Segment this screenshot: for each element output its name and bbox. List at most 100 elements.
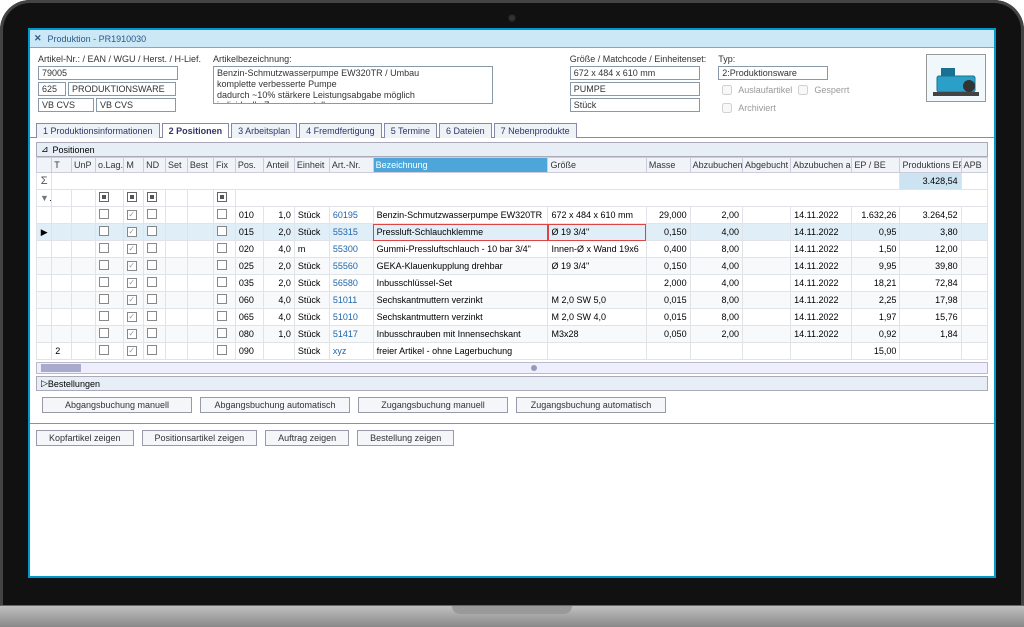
kopfartikel-button[interactable]: Kopfartikel zeigen <box>36 430 134 446</box>
col-apb[interactable]: APB <box>961 158 987 173</box>
col-abgebucht[interactable]: Abgebucht <box>743 158 791 173</box>
table-row[interactable]: ▶0152,0Stück55315Pressluft-Schlauchklemm… <box>37 224 988 241</box>
wgu-code-input[interactable] <box>38 82 66 96</box>
auslauf-check[interactable]: Auslaufartikel <box>718 82 792 98</box>
tab-dateien[interactable]: 6 Dateien <box>439 123 492 138</box>
col-groesse[interactable]: Größe <box>548 158 646 173</box>
expand-icon[interactable]: ▷ <box>41 378 48 389</box>
window-title: Produktion - PR1910030 <box>48 34 147 44</box>
tab-bar: 1 Produktionsinformationen 2 Positionen … <box>30 122 994 138</box>
col-pos[interactable]: Pos. <box>235 158 263 173</box>
laptop-base <box>0 605 1024 627</box>
herst-input[interactable] <box>38 98 94 112</box>
zugangsbuchung-manuell-button[interactable]: Zugangsbuchung manuell <box>358 397 508 413</box>
artikel-label: Artikel-Nr.: / EAN / WGU / Herst. / H-Li… <box>38 54 201 64</box>
window-title-bar: ✕ Produktion - PR1910030 <box>30 30 994 48</box>
typ-label: Typ: <box>718 54 849 64</box>
typ-input[interactable] <box>718 66 828 80</box>
abgangsbuchung-manuell-button[interactable]: Abgangsbuchung manuell <box>42 397 192 413</box>
col-anteil[interactable]: Anteil <box>264 158 295 173</box>
positionsartikel-button[interactable]: Positionsartikel zeigen <box>142 430 258 446</box>
filter-m[interactable] <box>127 192 137 202</box>
filter-fix[interactable] <box>217 192 227 202</box>
bezeichnung-label: Artikelbezeichnung: <box>213 54 493 64</box>
col-unp[interactable]: UnP <box>71 158 95 173</box>
sigma-icon: Σ <box>41 175 48 187</box>
tab-fremdfertigung[interactable]: 4 Fremdfertigung <box>299 123 382 138</box>
tab-nebenprodukte[interactable]: 7 Nebenprodukte <box>494 123 577 138</box>
positions-grid: T UnP o.Lag. M ND Set Best Fix Pos. Ante… <box>36 157 988 360</box>
artikel-nr-input[interactable] <box>38 66 178 80</box>
abgangsbuchung-auto-button[interactable]: Abgangsbuchung automatisch <box>200 397 350 413</box>
filter-row[interactable]: ▼ <box>37 190 988 207</box>
filter-nd[interactable] <box>147 192 157 202</box>
table-row[interactable]: 0604,0Stück51011Sechskantmuttern verzink… <box>37 292 988 309</box>
table-row[interactable]: 0252,0Stück55560GEKA-Klauenkupplung dreh… <box>37 258 988 275</box>
grid-header: T UnP o.Lag. M ND Set Best Fix Pos. Ante… <box>37 158 988 207</box>
groesse-label: Größe / Matchcode / Einheitenset: <box>570 54 707 64</box>
col-best[interactable]: Best <box>187 158 213 173</box>
col-m[interactable]: M <box>124 158 144 173</box>
matchcode-input[interactable] <box>570 82 700 96</box>
sum-produktions-ep: 3.428,54 <box>900 173 961 190</box>
filter-icon[interactable]: ▼ <box>40 193 52 203</box>
einheit-input[interactable] <box>570 98 700 112</box>
bezeichnung-group: Artikelbezeichnung: Benzin-Schmutzwasser… <box>213 54 493 104</box>
zugangsbuchung-auto-button[interactable]: Zugangsbuchung automatisch <box>516 397 666 413</box>
laptop-frame: ✕ Produktion - PR1910030 Artikel-Nr.: / … <box>0 0 1024 627</box>
auftrag-button[interactable]: Auftrag zeigen <box>265 430 349 446</box>
filter-olag[interactable] <box>99 192 109 202</box>
bestellungen-section[interactable]: ▷ Bestellungen <box>36 376 988 391</box>
scrollbar-marker <box>531 365 537 371</box>
bezeichnung-textarea[interactable]: Benzin-Schmutzwasserpumpe EW320TR / Umba… <box>213 66 493 104</box>
product-thumbnail <box>926 54 986 102</box>
tab-positionen[interactable]: 2 Positionen <box>162 123 230 138</box>
tab-produktionsinformationen[interactable]: 1 Produktionsinformationen <box>36 123 160 138</box>
booking-buttons: Abgangsbuchung manuell Abgangsbuchung au… <box>36 393 988 417</box>
h-scrollbar[interactable] <box>36 362 988 374</box>
table-row[interactable]: 0101,0Stück60195Benzin-Schmutzwasserpump… <box>37 207 988 224</box>
table-row[interactable]: 2090Stückxyzfreier Artikel - ohne Lagerb… <box>37 343 988 360</box>
scrollbar-thumb[interactable] <box>41 364 81 372</box>
groesse-input[interactable] <box>570 66 700 80</box>
col-nd[interactable]: ND <box>144 158 166 173</box>
col-t[interactable]: T <box>52 158 72 173</box>
col-abzubuchen[interactable]: Abzubuchen <box>690 158 742 173</box>
footer-buttons: Kopfartikel zeigen Positionsartikel zeig… <box>30 426 994 450</box>
col-set[interactable]: Set <box>165 158 187 173</box>
col-fix[interactable]: Fix <box>214 158 236 173</box>
col-artnr[interactable]: Art.-Nr. <box>329 158 373 173</box>
bestellungen-label: Bestellungen <box>48 379 100 389</box>
bestellung-button[interactable]: Bestellung zeigen <box>357 430 454 446</box>
app-screen: ✕ Produktion - PR1910030 Artikel-Nr.: / … <box>28 28 996 578</box>
positionen-header[interactable]: ⊿ Positionen <box>36 142 988 157</box>
header-section: Artikel-Nr.: / EAN / WGU / Herst. / H-Li… <box>30 48 994 120</box>
col-abzubuchen-am[interactable]: Abzubuchen am <box>791 158 852 173</box>
grid-container: ⊿ Positionen T UnP o.Lag <box>30 138 994 421</box>
grid-body: 0101,0Stück60195Benzin-Schmutzwasserpump… <box>37 207 988 360</box>
laptop-camera <box>508 14 516 22</box>
col-bezeichnung[interactable]: Bezeichnung <box>373 158 548 173</box>
col-olag[interactable]: o.Lag. <box>96 158 124 173</box>
col-einheit[interactable]: Einheit <box>294 158 329 173</box>
row-handle-col <box>37 158 52 173</box>
archiviert-check[interactable]: Archiviert <box>718 100 849 116</box>
pump-icon <box>931 58 981 98</box>
col-produktions-ep[interactable]: Produktions EP <box>900 158 961 173</box>
groesse-group: Größe / Matchcode / Einheitenset: <box>570 54 707 112</box>
hlief-input[interactable] <box>96 98 176 112</box>
positionen-title: Positionen <box>53 145 95 155</box>
tab-arbeitsplan[interactable]: 3 Arbeitsplan <box>231 123 297 138</box>
table-row[interactable]: 0204,0m55300Gummi-Pressluftschlauch - 10… <box>37 241 988 258</box>
table-row[interactable]: 0352,0Stück56580Inbusschlüssel-Set2,0004… <box>37 275 988 292</box>
wgu-name-input[interactable] <box>68 82 176 96</box>
col-masse[interactable]: Masse <box>646 158 690 173</box>
artikel-group: Artikel-Nr.: / EAN / WGU / Herst. / H-Li… <box>38 54 201 112</box>
tab-termine[interactable]: 5 Termine <box>384 123 437 138</box>
gesperrt-check[interactable]: Gesperrt <box>794 82 849 98</box>
close-icon[interactable]: ✕ <box>34 33 42 44</box>
table-row[interactable]: 0801,0Stück51417Inbusschrauben mit Innen… <box>37 326 988 343</box>
table-row[interactable]: 0654,0Stück51010Sechskantmuttern verzink… <box>37 309 988 326</box>
col-ep-be[interactable]: EP / BE <box>852 158 900 173</box>
collapse-icon[interactable]: ⊿ <box>41 144 49 155</box>
